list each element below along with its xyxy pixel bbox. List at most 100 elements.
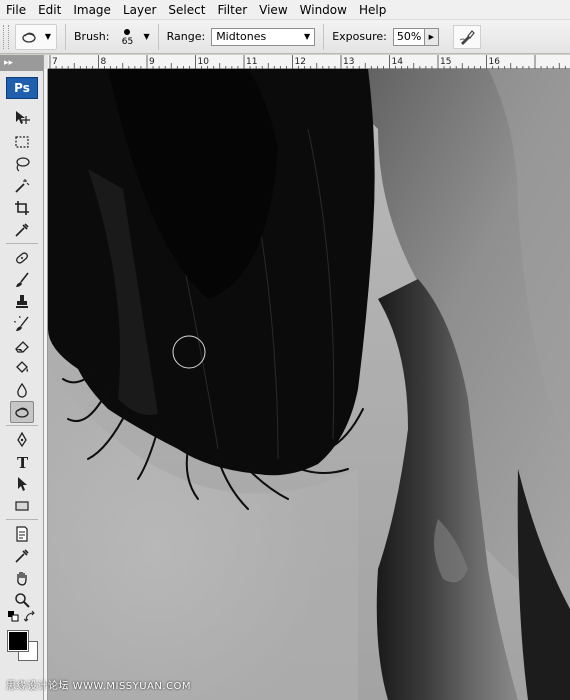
hand-tool[interactable]: [10, 567, 34, 589]
toolbox-divider: [6, 519, 38, 520]
divider: [157, 23, 159, 50]
brush-preview-icon: [124, 28, 131, 35]
crop-tool[interactable]: [10, 197, 34, 219]
move-tool[interactable]: [10, 107, 34, 129]
menu-filter[interactable]: Filter: [217, 0, 255, 20]
brush-tool[interactable]: [10, 269, 34, 291]
paint-bucket-tool[interactable]: [10, 357, 34, 379]
bandage-icon: [16, 252, 28, 264]
default-colors-icon: [8, 611, 19, 622]
ruler-label: 11: [246, 57, 257, 67]
notes-tool[interactable]: [10, 523, 34, 545]
options-bar: ▼ Brush: 65 ▼ Range: Midtones ▼ Exposure…: [0, 20, 570, 54]
menu-image[interactable]: Image: [73, 0, 119, 20]
ruler-ticks: 7 8 9 10 11 12 13 14 15 16: [49, 55, 566, 69]
ruler-label: 15: [440, 57, 451, 67]
menu-view[interactable]: View: [259, 0, 295, 20]
ruler-label: 9: [149, 57, 155, 67]
drop-icon: [17, 382, 27, 398]
eyedropper-tool-2[interactable]: [10, 545, 34, 567]
shape-tool[interactable]: [10, 495, 34, 517]
swap-arrows-icon: [24, 610, 35, 622]
eyedropper-tool[interactable]: [10, 219, 34, 241]
airbrush-icon: [459, 29, 475, 45]
menu-select[interactable]: Select: [168, 0, 213, 20]
exposure-slider-button[interactable]: ▶: [424, 27, 439, 46]
exposure-label: Exposure:: [332, 30, 387, 43]
menu-layer[interactable]: Layer: [123, 0, 164, 20]
burn-icon: [15, 407, 29, 418]
chevron-down-icon: ▼: [304, 32, 311, 41]
divider: [65, 23, 66, 50]
move-icon: [16, 111, 30, 124]
eraser-icon: [15, 341, 29, 353]
pen-icon: [17, 432, 27, 448]
magnifier-icon: [15, 593, 30, 608]
dodge-burn-tool[interactable]: [10, 401, 34, 423]
menu-edit[interactable]: Edit: [38, 0, 69, 20]
burn-tool-icon: [22, 32, 36, 43]
photo-image: [48, 69, 570, 700]
crop-icon: [15, 201, 29, 215]
history-brush-icon: [14, 316, 29, 331]
healing-brush-tool[interactable]: [10, 247, 34, 269]
marquee-tool[interactable]: [10, 131, 34, 153]
eyedropper-icon: [15, 549, 29, 563]
watermark: 思缘设计论坛 WWW.MISSYUAN.COM: [6, 681, 192, 692]
toolbox: ▸▸ Ps T: [0, 55, 44, 700]
magic-wand-tool[interactable]: [10, 175, 34, 197]
ruler-label: 10: [198, 57, 210, 67]
ruler-label: 13: [343, 57, 354, 67]
document-canvas[interactable]: [48, 69, 570, 700]
history-brush-tool[interactable]: [10, 313, 34, 335]
blur-tool[interactable]: [10, 379, 34, 401]
stamp-icon: [16, 295, 28, 308]
lasso-tool[interactable]: [10, 153, 34, 175]
exposure-input[interactable]: 50%: [392, 27, 425, 46]
menu-window[interactable]: Window: [300, 0, 355, 20]
magic-wand-icon: [15, 179, 30, 193]
toolbox-collapse[interactable]: ▸▸: [0, 55, 43, 71]
clone-stamp-tool[interactable]: [10, 291, 34, 313]
path-select-icon: [18, 477, 27, 491]
eraser-tool[interactable]: [10, 335, 34, 357]
zoom-tool[interactable]: [10, 589, 34, 611]
lasso-icon: [16, 157, 30, 172]
type-tool[interactable]: T: [10, 451, 34, 473]
range-label: Range:: [166, 30, 206, 43]
path-selection-tool[interactable]: [10, 473, 34, 495]
brush-size: 65: [121, 36, 134, 47]
paint-bucket-icon: [16, 361, 28, 373]
type-icon: T: [17, 454, 29, 470]
horizontal-ruler: 7 8 9 10 11 12 13 14 15 16: [48, 55, 570, 69]
default-colors-button[interactable]: [8, 611, 20, 623]
brush-picker[interactable]: 65: [115, 27, 139, 47]
rectangle-icon: [15, 501, 29, 511]
brush-label: Brush:: [74, 30, 110, 43]
swap-colors-button[interactable]: [24, 610, 36, 623]
chevron-down-icon: ▼: [44, 32, 52, 41]
note-icon: [16, 526, 28, 542]
foreground-color-swatch[interactable]: [7, 630, 29, 652]
pen-tool[interactable]: [10, 429, 34, 451]
toolbox-divider: [6, 243, 38, 244]
ruler-label: 16: [489, 57, 501, 67]
ruler-label: 7: [52, 57, 58, 67]
ps-logo[interactable]: Ps: [6, 77, 38, 99]
range-value: Midtones: [216, 30, 267, 43]
hand-icon: [17, 572, 27, 586]
ruler-label: 14: [392, 57, 404, 67]
divider: [323, 23, 325, 50]
options-grip[interactable]: [3, 24, 9, 49]
brush-dropdown-icon[interactable]: ▼: [143, 32, 149, 41]
range-select[interactable]: Midtones ▼: [211, 27, 316, 46]
marquee-icon: [15, 136, 29, 148]
menu-help[interactable]: Help: [359, 0, 394, 20]
brush-icon: [16, 272, 29, 287]
menu-file[interactable]: File: [6, 0, 34, 20]
eyedropper-icon: [15, 223, 29, 237]
svg-text:T: T: [17, 454, 29, 470]
tool-preset-picker[interactable]: ▼: [15, 23, 57, 50]
ruler-label: 12: [295, 57, 306, 67]
airbrush-toggle[interactable]: [452, 24, 481, 49]
